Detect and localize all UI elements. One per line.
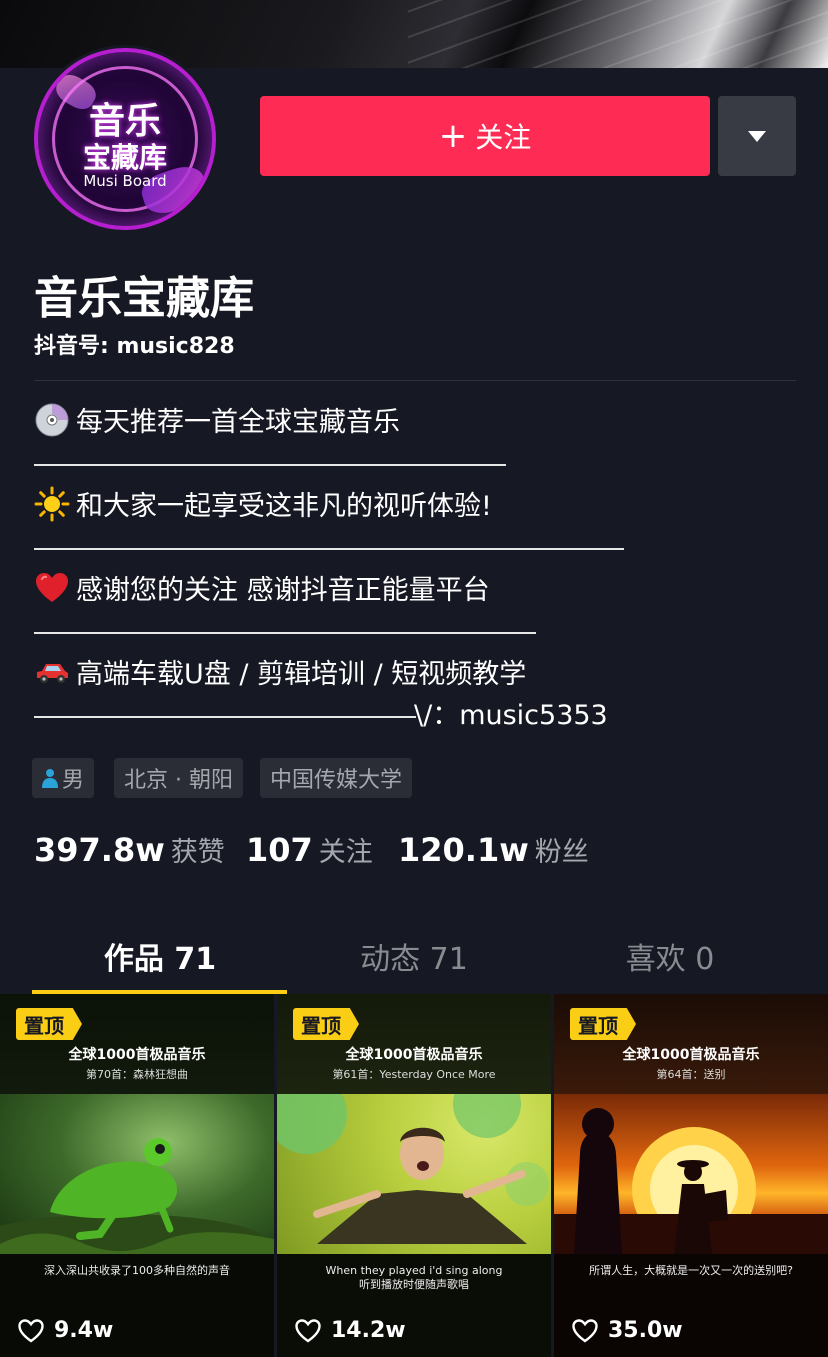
stat-following[interactable]: 107 关注: [246, 830, 373, 869]
avatar-logo-text: 宝藏库: [82, 141, 167, 174]
wechat-contact: \/：music5353: [414, 700, 608, 731]
bio-separator: [34, 716, 416, 718]
stat-likes: 397.8w 获赞: [34, 830, 225, 869]
tab-works[interactable]: 作品 71: [20, 934, 300, 978]
video-thumbnail[interactable]: When they played i'd sing along 听到播放时便随声歌…: [277, 994, 551, 1357]
likes-count: 35.0w: [608, 1318, 683, 1343]
bio-line-text: 感谢您的关注 感谢抖音正能量平台: [76, 575, 490, 606]
thumbnail-image: [277, 1070, 551, 1254]
video-subtitle: 第70首：森林狂想曲: [86, 1068, 188, 1081]
caret-down-icon: [748, 130, 766, 142]
stat-number: 120.1w: [398, 831, 529, 869]
follow-label: 关注: [475, 121, 532, 154]
likes-count: 9.4w: [54, 1318, 114, 1343]
avatar[interactable]: 音乐 宝藏库 Musi Board: [34, 48, 216, 230]
video-caption: When they played i'd sing along 听到播放时便随声歌…: [325, 1264, 503, 1291]
person-icon: [42, 769, 58, 788]
follow-button[interactable]: + 关注: [260, 96, 710, 176]
video-subtitle: 第61首：Yesterday Once More: [332, 1068, 496, 1081]
stat-number: 107: [246, 831, 313, 869]
likes-count: 14.2w: [331, 1318, 406, 1343]
pinned-badge: 置顶: [16, 1008, 82, 1040]
bio-line-text: 每天推荐一首全球宝藏音乐: [76, 407, 400, 438]
pinned-badge: 置顶: [570, 1008, 636, 1040]
bio-separator: [34, 632, 536, 634]
heart-icon: [36, 573, 68, 602]
avatar-logo-subtext: Musi Board: [83, 172, 167, 190]
bio-line-text: 和大家一起享受这非凡的视听体验!: [76, 491, 492, 522]
bio-line: 和大家一起享受这非凡的视听体验!: [34, 486, 814, 527]
bio-line: 高端车载U盘 / 剪辑培训 / 短视频教学: [34, 654, 814, 695]
plus-icon: +: [438, 116, 468, 156]
stat-number: 397.8w: [34, 831, 165, 869]
stat-label: 关注: [318, 837, 373, 868]
video-caption: 所谓人生，大概就是一次又一次的送别吧?: [589, 1264, 793, 1277]
video-subtitle: 第64首：送别: [656, 1068, 726, 1081]
divider: [34, 380, 796, 381]
thumbnail-image: [0, 1094, 274, 1274]
thumbnail-image: [554, 1094, 828, 1254]
bio-separator: [34, 464, 506, 466]
stat-label: 粉丝: [534, 837, 589, 868]
bio-line: 每天推荐一首全球宝藏音乐: [34, 402, 814, 443]
video-thumbnail[interactable]: 所谓人生，大概就是一次又一次的送别吧? 置顶 全球1000首极品音乐 第64首：…: [554, 994, 828, 1357]
video-thumbnail[interactable]: 深入深山共收录了100多种自然的声音 置顶 全球1000首极品音乐 第70首：森…: [0, 994, 274, 1357]
video-likes: 35.0w: [572, 1318, 683, 1343]
more-options-button[interactable]: [718, 96, 796, 176]
school-tag: 中国传媒大学: [260, 758, 413, 798]
stat-label: 获赞: [170, 837, 225, 868]
bio-separator: [34, 548, 624, 550]
heart-outline-icon: [295, 1318, 321, 1342]
gender-label: 男: [62, 768, 85, 793]
gender-tag: 男: [32, 758, 95, 798]
bio-line: 感谢您的关注 感谢抖音正能量平台: [34, 570, 814, 611]
pinned-badge: 置顶: [293, 1008, 359, 1040]
location-tag: 北京 · 朝阳: [114, 758, 243, 798]
cd-icon: [35, 403, 69, 437]
stat-followers[interactable]: 120.1w 粉丝: [398, 830, 589, 869]
tab-likes[interactable]: 喜欢 0: [530, 934, 810, 978]
profile-name: 音乐宝藏库: [34, 273, 254, 324]
video-title: 全球1000首极品音乐: [622, 1047, 760, 1063]
video-title: 全球1000首极品音乐: [345, 1047, 483, 1063]
sun-icon: [34, 486, 70, 522]
heart-outline-icon: [18, 1318, 44, 1342]
video-likes: 9.4w: [18, 1318, 113, 1343]
tab-activity[interactable]: 动态 71: [274, 934, 554, 978]
car-icon: [37, 664, 68, 683]
banner-decoration: [408, 0, 828, 68]
video-title: 全球1000首极品音乐: [68, 1047, 206, 1063]
video-caption: 深入深山共收录了100多种自然的声音: [44, 1264, 230, 1277]
heart-outline-icon: [572, 1318, 598, 1342]
bio-line-text: 高端车载U盘 / 剪辑培训 / 短视频教学: [76, 659, 527, 690]
video-likes: 14.2w: [295, 1318, 406, 1343]
douyin-id[interactable]: 抖音号: music828: [34, 328, 235, 360]
